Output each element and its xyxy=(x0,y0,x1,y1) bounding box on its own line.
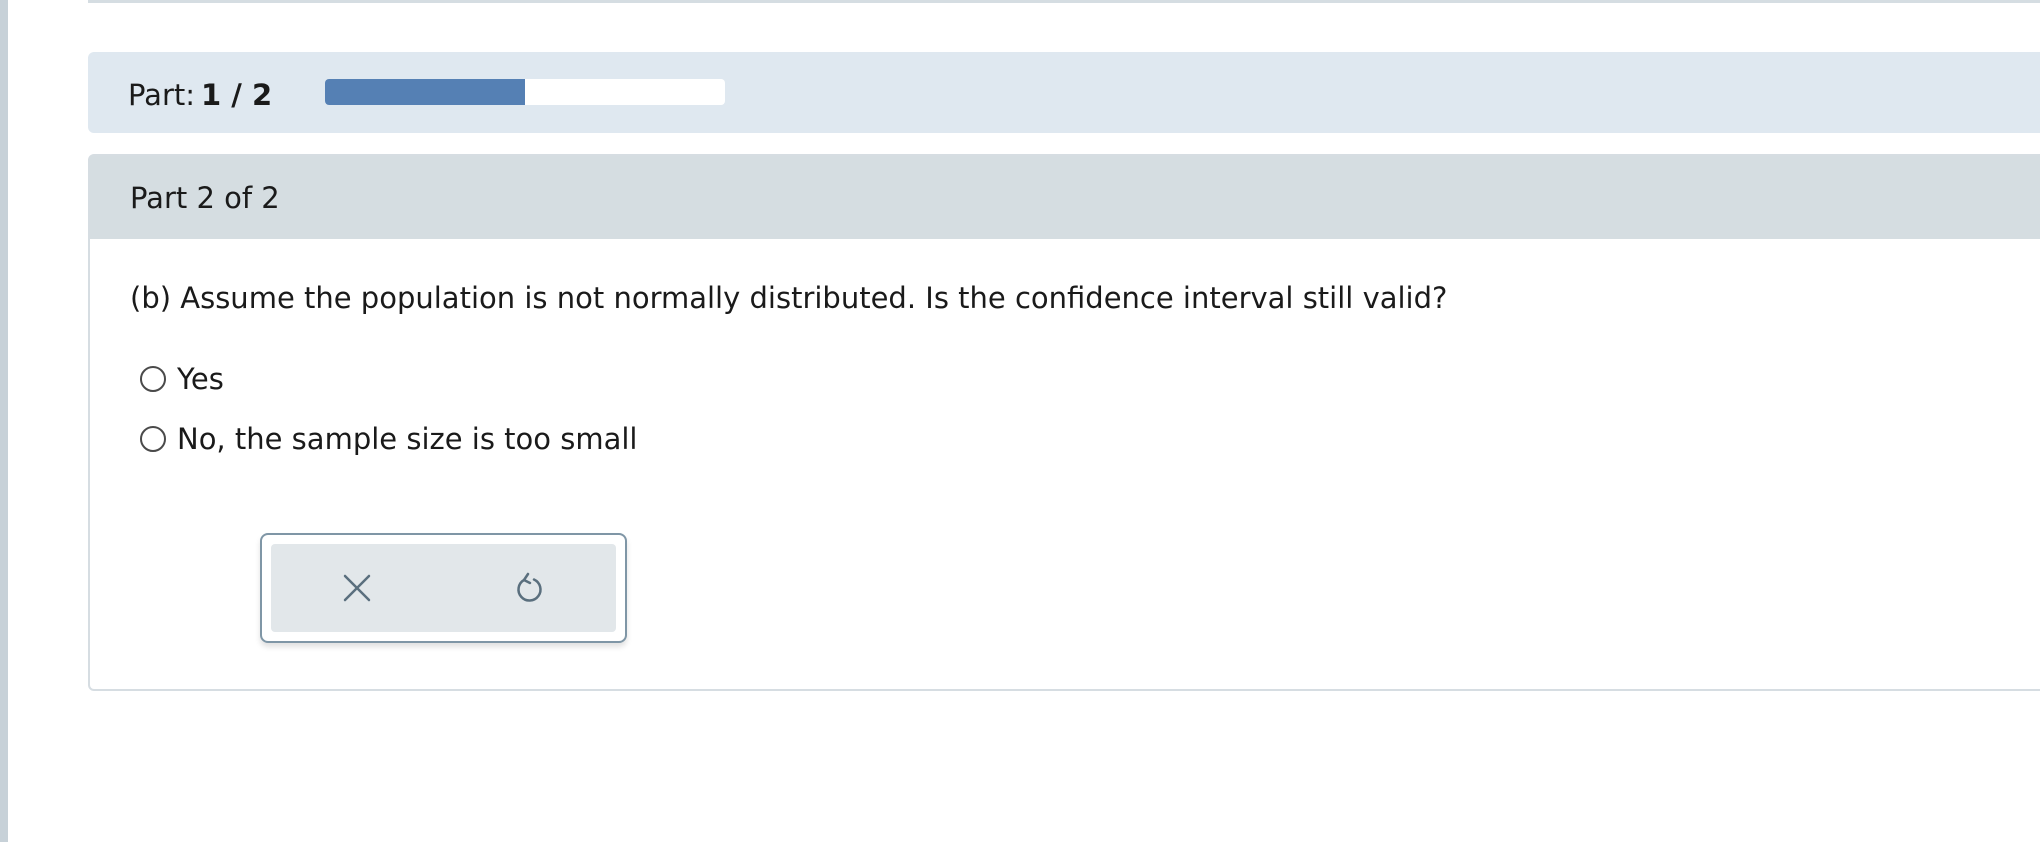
card-header: Part 2 of 2 xyxy=(90,156,2040,239)
clear-button[interactable] xyxy=(335,566,379,610)
question-text: (b) Assume the population is not normall… xyxy=(130,281,1448,315)
option-yes-label: Yes xyxy=(177,362,224,396)
progress-bar-fill xyxy=(325,79,525,105)
option-no-label: No, the sample size is too small xyxy=(177,422,638,456)
undo-button[interactable] xyxy=(507,566,551,610)
card-title: Part 2 of 2 xyxy=(130,181,280,215)
option-yes[interactable]: Yes xyxy=(140,359,224,399)
part-label-text: Part: xyxy=(128,78,196,112)
answer-toolbar xyxy=(260,533,627,643)
question-card: Part 2 of 2 (b) Assume the population is… xyxy=(88,154,2040,691)
option-no[interactable]: No, the sample size is too small xyxy=(140,419,638,459)
part-progress-label: Part: 1 / 2 xyxy=(128,77,272,113)
answer-toolbar-inner xyxy=(271,544,616,632)
undo-icon xyxy=(517,572,542,602)
left-rail xyxy=(0,0,8,842)
part-progress-banner: Part: 1 / 2 xyxy=(88,52,2040,133)
x-icon xyxy=(343,574,371,602)
part-counter: 1 / 2 xyxy=(201,78,273,112)
progress-bar xyxy=(325,79,725,105)
top-divider xyxy=(88,0,2040,3)
radio-button-yes[interactable] xyxy=(140,366,166,392)
radio-button-no[interactable] xyxy=(140,426,166,452)
